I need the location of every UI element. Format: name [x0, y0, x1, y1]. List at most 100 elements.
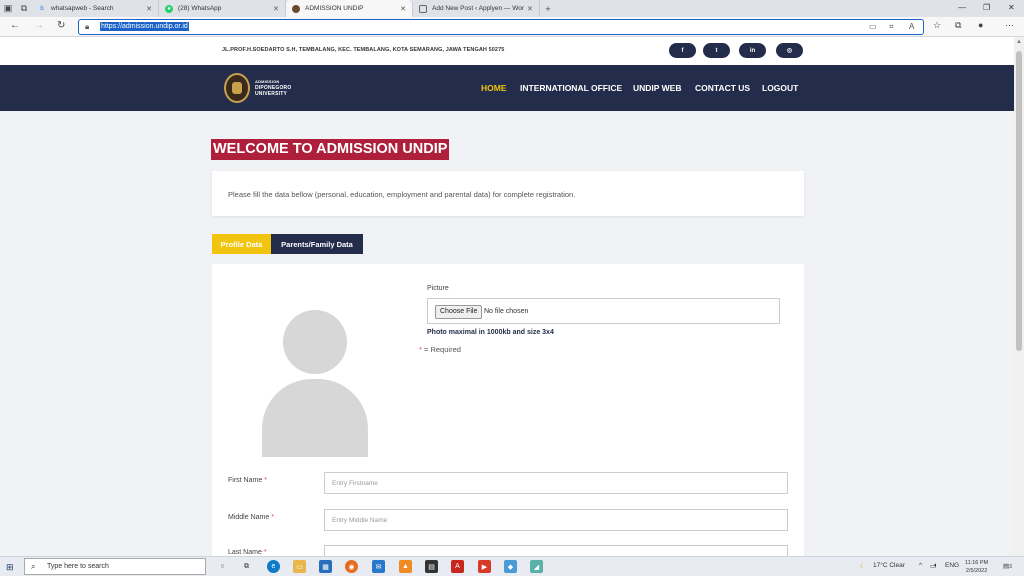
tab-actions-icon[interactable]: ▣ [0, 0, 16, 17]
close-tab-icon[interactable]: ✕ [146, 5, 152, 13]
twitter-icon[interactable]: t [703, 43, 730, 58]
linkedin-icon[interactable]: in [739, 43, 766, 58]
weather-icon[interactable]: ☾ [860, 562, 866, 570]
media-icon[interactable]: ▤ [425, 560, 438, 573]
volume-icon[interactable]: 🔈︎ [934, 562, 938, 570]
choose-file-button[interactable]: Choose File [435, 305, 483, 319]
page-scrollbar[interactable]: ▲ [1014, 37, 1024, 556]
clock-time: 11:16 PM [965, 560, 989, 566]
firefox-icon[interactable]: ◉ [345, 560, 358, 573]
whatsapp-icon: ● [165, 4, 173, 13]
url-input[interactable]: 🔒︎ https://admission.undip.or.id ▭ ⌗ A [78, 19, 924, 35]
nav-contact-us[interactable]: CONTACT US [695, 83, 750, 93]
windows-start-icon[interactable]: ⊞ [6, 562, 14, 573]
lock-icon[interactable]: 🔒︎ [85, 22, 89, 32]
favorites-star-icon[interactable]: ☆ [933, 20, 941, 31]
linkedin-glyph: in [749, 47, 756, 54]
browser-tab[interactable]: b whatsapweb - Search ✕ [32, 0, 159, 17]
tab-title: whatsapweb - Search [51, 5, 114, 12]
facebook-glyph: f [681, 47, 684, 54]
close-tab-icon[interactable]: ✕ [527, 5, 533, 13]
taskbar-search-input[interactable]: ⌕ Type here to search [24, 558, 206, 575]
campus-address: JL.PROF.H.SOEDARTO S.H, TEMBALANG, KEC. … [222, 47, 505, 53]
task-view-icon[interactable]: ⧉ [240, 560, 253, 573]
picture-label: Picture [427, 285, 449, 292]
browser-tabbar: ▣ ⧉ b whatsapweb - Search ✕ ● (28) Whats… [0, 0, 1024, 17]
notification-count: 3 [1009, 564, 1012, 570]
page-title: WELCOME TO ADMISSION UNDIP [211, 139, 450, 160]
file-explorer-icon[interactable]: ▭ [293, 560, 306, 573]
video-editor-icon[interactable]: ▶ [478, 560, 491, 573]
middle-name-label: Middle Name * [228, 514, 274, 521]
top-info-bar: JL.PROF.H.SOEDARTO S.H, TEMBALANG, KEC. … [0, 37, 1014, 65]
tab-parents-family-data[interactable]: Parents/Family Data [271, 234, 363, 254]
required-asterisk: * [263, 549, 267, 556]
tab-profile-data[interactable]: Profile Data [212, 234, 271, 254]
vlc-icon[interactable]: ▲ [399, 560, 412, 573]
scroll-up-icon[interactable]: ▲ [1016, 39, 1022, 45]
language-indicator[interactable]: ENG [945, 562, 959, 569]
avatar-body [262, 379, 368, 457]
close-tab-icon[interactable]: ✕ [273, 5, 279, 13]
app2-icon[interactable]: ◢ [530, 560, 543, 573]
browser-tab[interactable]: Add New Post ‹ Applyen — Wor ✕ [413, 0, 540, 17]
search-placeholder: Type here to search [47, 563, 109, 570]
pdf-icon[interactable]: A [451, 560, 464, 573]
address-bar: ← → ↻ 🔒︎ https://admission.undip.or.id ▭… [0, 17, 1024, 37]
logo-line: UNIVERSITY [255, 91, 288, 97]
search-icon: ⌕ [31, 562, 36, 571]
field-label: First Name [228, 477, 263, 484]
back-icon[interactable]: ← [10, 20, 20, 31]
scrollbar-thumb[interactable] [1016, 51, 1022, 351]
windows-taskbar: ⊞ ⌕ Type here to search ○ ⧉ e ▭ ▦ ◉ ✉ ▲ … [0, 556, 1024, 576]
site-logo[interactable]: ADMISSION DIPONEGORO UNIVERSITY [224, 73, 291, 103]
minimize-icon[interactable]: — [958, 3, 966, 12]
picture-file-input[interactable]: Choose File No file chosen [427, 298, 780, 324]
nav-undip-web[interactable]: UNDIP WEB [633, 83, 682, 93]
close-window-icon[interactable]: ✕ [1008, 3, 1015, 12]
reader-icon[interactable]: ▭ [869, 22, 877, 31]
middle-name-input[interactable]: Entry Middle Name [324, 509, 788, 531]
browser-tab-active[interactable]: ADMISSION UNDIP ✕ [286, 0, 413, 17]
notifications-icon[interactable]: ▤3 [1003, 562, 1012, 570]
close-tab-icon[interactable]: ✕ [400, 5, 406, 13]
screenshot-icon[interactable]: ⌗ [889, 22, 894, 32]
forward-icon[interactable]: → [34, 20, 44, 31]
cortana-icon[interactable]: ○ [216, 560, 229, 573]
restore-icon[interactable]: ❐ [983, 3, 990, 12]
weather-text[interactable]: 17°C Clear [873, 562, 905, 569]
nav-home[interactable]: HOME [481, 83, 507, 93]
more-menu-icon[interactable]: ⋯ [1005, 20, 1014, 31]
first-name-label: First Name * [228, 477, 267, 484]
nav-international-office[interactable]: INTERNATIONAL OFFICE [520, 83, 622, 93]
app-icon[interactable]: ◆ [504, 560, 517, 573]
undip-seal-icon [224, 73, 250, 103]
tray-chevron-icon[interactable]: ^ [919, 562, 922, 569]
undip-icon [292, 4, 300, 13]
first-name-input[interactable]: Entry Firstname [324, 472, 788, 494]
collections-icon[interactable]: ⧉ [955, 20, 961, 31]
tab-title: (28) WhatsApp [178, 5, 222, 12]
facebook-icon[interactable]: f [669, 43, 696, 58]
profile-avatar-icon[interactable]: ● [978, 20, 983, 30]
refresh-icon[interactable]: ↻ [57, 20, 65, 31]
store-icon[interactable]: ▦ [319, 560, 332, 573]
page-icon [419, 4, 427, 13]
clock-date: 2/5/2022 [965, 568, 988, 574]
zoom-icon[interactable]: A [909, 22, 914, 31]
required-asterisk: * [271, 514, 274, 521]
workspaces-icon[interactable]: ⧉ [16, 0, 32, 17]
browser-tab[interactable]: ● (28) WhatsApp ✕ [159, 0, 286, 17]
no-file-text: No file chosen [484, 308, 529, 315]
intro-text: Please fill the data bellow (personal, e… [228, 190, 576, 199]
bing-icon: b [40, 5, 44, 12]
edge-icon[interactable]: e [267, 560, 280, 573]
taskbar-clock[interactable]: 11:16 PM 2/5/2022 [965, 559, 988, 575]
instagram-icon[interactable]: ◎ [776, 43, 803, 58]
new-tab-button[interactable]: + [540, 0, 556, 17]
instagram-glyph: ◎ [786, 48, 793, 54]
mail-icon[interactable]: ✉ [372, 560, 385, 573]
nav-logout[interactable]: LOGOUT [762, 83, 798, 93]
url-text[interactable]: https://admission.undip.or.id [100, 22, 189, 31]
tab-title: Add New Post ‹ Applyen — Wor [432, 5, 525, 12]
